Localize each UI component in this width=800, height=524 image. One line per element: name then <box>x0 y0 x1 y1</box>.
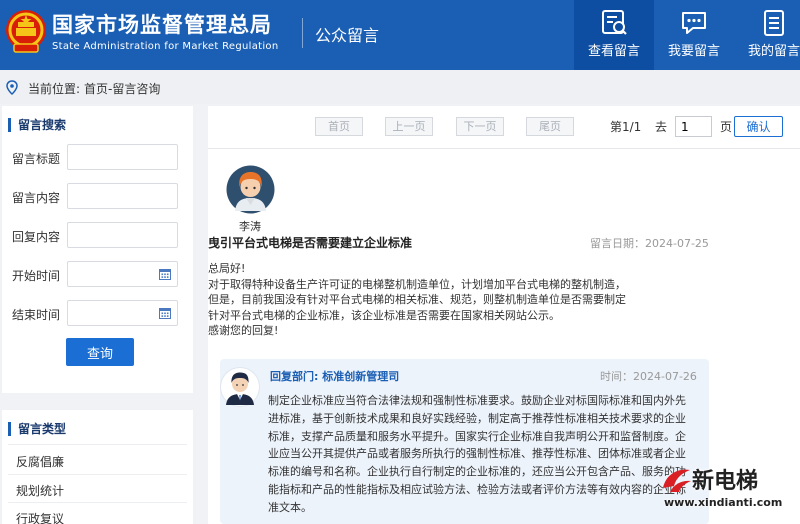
nav-label: 我要留言 <box>667 44 720 59</box>
message-line: 感谢您的回复! <box>208 324 279 338</box>
reply-box: 回复部门: 标准创新管理司 时间：2024-07-26 制定企业标准应当符合法律… <box>220 359 709 524</box>
breadcrumb-path[interactable]: 首页-留言咨询 <box>84 80 160 97</box>
message-author: 李涛 <box>239 220 261 233</box>
type-item-administrative-review[interactable]: 行政复议 <box>16 510 64 524</box>
site-title: 国家市场监督管理总局 <box>52 13 272 37</box>
query-button[interactable]: 查询 <box>66 338 134 366</box>
reply-line: 标准，支撑产品质量和服务水平提升。国家实行企业标准自我声明公开和监督制度。企 <box>268 429 686 443</box>
nav-label: 我的留言 <box>747 44 800 59</box>
site-watermark: 新电梯 www.xindianti.com <box>656 458 800 524</box>
divider <box>208 148 800 149</box>
calendar-icon[interactable] <box>159 268 171 280</box>
goto-suffix: 页 <box>720 120 733 134</box>
site-title-english: State Administration for Market Regulati… <box>52 41 279 52</box>
field-label-reply: 回复内容 <box>12 230 61 244</box>
nav-my-messages[interactable]: 我的留言 <box>734 0 800 70</box>
message-line: 对于取得特种设备生产许可证的电梯整机制造单位，计划增加平台式电梯的整机制造， <box>208 277 626 291</box>
field-label-end-date: 结束时间 <box>12 308 61 322</box>
type-item-planning-statistics[interactable]: 规划统计 <box>16 482 64 499</box>
message-content-input[interactable] <box>67 183 178 209</box>
breadcrumb-label: 当前位置: <box>28 82 81 96</box>
prev-page-button[interactable]: 上一页 <box>385 117 433 136</box>
reply-line: 业应当公开其提供产品或者服务所执行的强制性标准、推荐性标准、团体标准或者企业 <box>268 447 686 461</box>
breadcrumb: 当前位置: 首页-留言咨询 <box>0 70 800 104</box>
reply-date: 时间：2024-07-26 <box>600 370 697 383</box>
goto-prefix: 去 <box>655 120 668 134</box>
section-title: 公众留言 <box>315 26 380 45</box>
chat-bubble-icon <box>682 12 706 34</box>
reply-line: 能指标和产品的性能指标及相应试验方法、检验方法或者评价方法等有效内容的企业标 <box>268 482 686 496</box>
reply-line: 标准的编号和名称。企业执行自行制定的企业标准的，还应当公开包含产品、服务的功 <box>268 465 686 479</box>
national-emblem-icon <box>6 10 46 53</box>
message-line: 针对平台式电梯的企业标准，该企业标准是否需要在国家相关网站公示。 <box>208 308 560 322</box>
types-panel-heading: 留言类型 <box>8 422 66 436</box>
confirm-page-button[interactable]: 确认 <box>734 116 783 137</box>
message-date: 留言日期：2024-07-25 <box>590 237 709 250</box>
search-panel: 留言搜索 留言标题 留言内容 回复内容 开始时间 结束时间 查询 <box>2 106 193 393</box>
header-divider <box>302 18 303 48</box>
divider <box>8 502 187 503</box>
reply-line: 进标准，基于创新技术成果和良好实践经验，制定高于推荐性标准相关技术要求的企业 <box>268 411 686 425</box>
nav-view-messages[interactable]: 查看留言 <box>574 0 654 70</box>
watermark-text: 新电梯 <box>692 469 759 494</box>
page-info: 第1/1 <box>610 120 642 134</box>
user-avatar <box>226 165 275 214</box>
last-page-button[interactable]: 尾页 <box>526 117 574 136</box>
site-header: 国家市场监督管理总局 State Administration for Mark… <box>0 0 800 70</box>
search-message-icon <box>602 10 627 35</box>
page-number-input[interactable] <box>675 116 712 137</box>
field-label-title: 留言标题 <box>12 152 61 166</box>
watermark-logo-icon <box>663 469 691 492</box>
divider <box>8 444 187 445</box>
watermark-url: www.xindianti.com <box>664 496 783 509</box>
reply-department: 回复部门: 标准创新管理司 <box>270 370 400 383</box>
staff-avatar <box>220 367 260 407</box>
field-label-content: 留言内容 <box>12 191 61 205</box>
divider <box>8 474 187 475</box>
search-panel-heading: 留言搜索 <box>8 118 66 132</box>
document-list-icon <box>764 10 784 36</box>
message-line: 总局好! <box>208 262 246 275</box>
location-pin-icon <box>6 80 18 95</box>
reply-line: 准文本。 <box>268 500 312 514</box>
message-body: 总局好! 对于取得特种设备生产许可证的电梯整机制造单位，计划增加平台式电梯的整机… <box>208 261 648 339</box>
nav-leave-message[interactable]: 我要留言 <box>654 0 734 70</box>
message-title: 曳引平台式电梯是否需要建立企业标准 <box>208 236 413 250</box>
next-page-button[interactable]: 下一页 <box>456 117 504 136</box>
nav-label: 查看留言 <box>587 44 640 59</box>
reply-content-input[interactable] <box>67 222 178 248</box>
reply-line: 制定企业标准应当符合法律法规和强制性标准要求。鼓励企业对标国际标准和国内外先 <box>268 394 686 407</box>
first-page-button[interactable]: 首页 <box>315 117 363 136</box>
field-label-start-date: 开始时间 <box>12 269 61 283</box>
message-line: 但是，目前我国没有针对平台式电梯的相关标准、规范，则整机制造单位是否需要制定 <box>208 293 626 307</box>
reply-body: 制定企业标准应当符合法律法规和强制性标准要求。鼓励企业对标国际标准和国内外先 进… <box>268 392 703 517</box>
message-types-panel: 留言类型 反腐倡廉 规划统计 行政复议 <box>2 410 193 524</box>
calendar-icon[interactable] <box>159 307 171 319</box>
type-item-anticorruption[interactable]: 反腐倡廉 <box>16 453 64 470</box>
message-title-input[interactable] <box>67 144 178 170</box>
